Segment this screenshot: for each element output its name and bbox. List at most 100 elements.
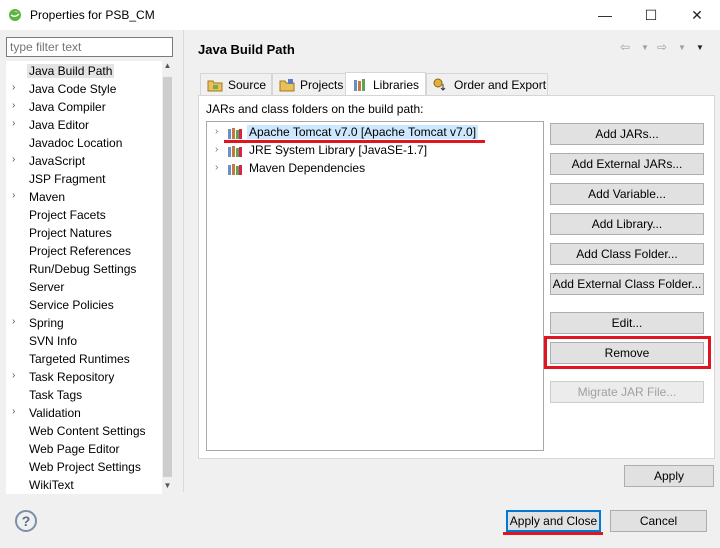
tab-label: Libraries (373, 77, 420, 92)
tree-item[interactable]: Project References (6, 242, 161, 260)
expand-icon[interactable]: › (215, 126, 218, 137)
add-external-class-folder-button[interactable]: Add External Class Folder... (550, 273, 704, 295)
tree-item[interactable]: Server (6, 278, 161, 296)
library-label: Maven Dependencies (249, 161, 366, 175)
add-external-jars-button[interactable]: Add External JARs... (550, 153, 704, 175)
tree-item-label: WikiText (29, 478, 74, 492)
tree-item[interactable]: Task Tags (6, 386, 161, 404)
library-item[interactable]: › Apache Tomcat v7.0 [Apache Tomcat v7.0… (207, 123, 543, 141)
library-icon (228, 164, 242, 175)
add-jars-button[interactable]: Add JARs... (550, 123, 704, 145)
view-menu-icon[interactable]: ▼ (696, 43, 704, 52)
tree-item-label: Web Content Settings (29, 424, 146, 438)
tree-item-label: Project Facets (29, 208, 106, 222)
tab-libraries[interactable]: Libraries (345, 72, 426, 96)
add-class-folder-button[interactable]: Add Class Folder... (550, 243, 704, 265)
tab-order-and-export[interactable]: Order and Export (426, 73, 548, 96)
expand-icon[interactable]: › (12, 154, 22, 165)
expand-icon[interactable]: › (12, 118, 22, 129)
filter-input[interactable] (6, 37, 173, 57)
maximize-button[interactable]: ☐ (628, 0, 674, 30)
page-navigation: ⇦ ▼ ⇨ ▼ ▼ (620, 40, 715, 56)
tree-item-label: Java Editor (29, 118, 90, 132)
tree-item-label: Project References (29, 244, 132, 258)
tree-item[interactable]: › JavaScript (6, 152, 161, 170)
forward-menu-icon[interactable]: ▼ (678, 43, 686, 52)
tab-label: Order and Export (454, 78, 547, 92)
expand-icon[interactable]: › (12, 100, 22, 111)
tree-item-label: Java Code Style (29, 82, 117, 96)
tree-item-label: Server (29, 280, 65, 294)
minimize-icon: — (598, 7, 612, 23)
edit-button[interactable]: Edit... (550, 312, 704, 334)
tree-item-label: Web Project Settings (29, 460, 141, 474)
pane-divider[interactable] (183, 30, 184, 492)
close-button[interactable]: ✕ (674, 0, 720, 30)
cancel-button[interactable]: Cancel (610, 510, 707, 532)
add-variable-button[interactable]: Add Variable... (550, 183, 704, 205)
tree-item[interactable]: › Spring (6, 314, 161, 332)
tree-item[interactable]: Project Facets (6, 206, 161, 224)
tree-item[interactable]: Web Content Settings (6, 422, 161, 440)
tree-item-label: Project Natures (29, 226, 112, 240)
apply-button[interactable]: Apply (624, 465, 714, 487)
tab-projects[interactable]: Projects (272, 73, 346, 96)
help-icon[interactable]: ? (15, 510, 37, 532)
expand-icon[interactable]: › (12, 406, 22, 417)
tree-item-label: JSP Fragment (29, 172, 106, 186)
back-icon[interactable]: ⇦ (620, 40, 630, 54)
scroll-up-icon[interactable]: ▲ (162, 61, 173, 75)
order-export-icon (433, 78, 446, 91)
expand-icon[interactable]: › (12, 370, 22, 381)
tree-item[interactable]: Web Page Editor (6, 440, 161, 458)
tree-item-label: Validation (29, 406, 81, 420)
tree-item[interactable]: › Java Code Style (6, 80, 161, 98)
tree-item[interactable]: Web Project Settings (6, 458, 161, 476)
tree-item[interactable]: Targeted Runtimes (6, 350, 161, 368)
tree-item[interactable]: Service Policies (6, 296, 161, 314)
add-library-button[interactable]: Add Library... (550, 213, 704, 235)
tree-item-label: Task Repository (29, 370, 115, 384)
tree-scrollbar[interactable]: ▲ ▼ (162, 61, 173, 494)
tree-item[interactable]: SVN Info (6, 332, 161, 350)
tree-item[interactable]: › Task Repository (6, 368, 161, 386)
eclipse-icon (9, 9, 21, 21)
tree-item[interactable]: WikiText (6, 476, 161, 494)
apply-and-close-button[interactable]: Apply and Close (506, 510, 601, 532)
tree-item[interactable]: › Java Compiler (6, 98, 161, 116)
tree-item[interactable]: › Java Editor (6, 116, 161, 134)
expand-icon[interactable]: › (12, 82, 22, 93)
tab-source[interactable]: Source (200, 73, 272, 96)
tree-item[interactable]: Java Build Path (6, 62, 161, 80)
library-item[interactable]: › JRE System Library [JavaSE-1.7] (207, 141, 543, 159)
tree-item[interactable]: Javadoc Location (6, 134, 161, 152)
minimize-button[interactable]: — (582, 0, 628, 30)
tree-item-label: Spring (29, 316, 64, 330)
tree-item[interactable]: JSP Fragment (6, 170, 161, 188)
scroll-thumb[interactable] (163, 77, 172, 477)
tree-item[interactable]: Run/Debug Settings (6, 260, 161, 278)
back-menu-icon[interactable]: ▼ (641, 43, 649, 52)
highlight-underline (224, 140, 485, 143)
tree-item[interactable]: Project Natures (6, 224, 161, 242)
build-path-list[interactable]: › Apache Tomcat v7.0 [Apache Tomcat v7.0… (206, 121, 544, 451)
tree-item[interactable]: › Maven (6, 188, 161, 206)
scroll-down-icon[interactable]: ▼ (162, 481, 173, 494)
close-icon: ✕ (691, 6, 703, 23)
tree-item-label: Targeted Runtimes (29, 352, 130, 366)
tree-item[interactable]: › Validation (6, 404, 161, 422)
forward-icon[interactable]: ⇨ (657, 40, 667, 54)
tree-item-label: JavaScript (29, 154, 86, 168)
expand-icon[interactable]: › (215, 162, 218, 173)
migrate-jar-button: Migrate JAR File... (550, 381, 704, 403)
library-icon (228, 128, 242, 139)
tree-item-label: Task Tags (29, 388, 83, 402)
tree-item-label: Javadoc Location (29, 136, 123, 150)
tree-item-label: Java Compiler (29, 100, 106, 114)
expand-icon[interactable]: › (12, 190, 22, 201)
expand-icon[interactable]: › (215, 144, 218, 155)
expand-icon[interactable]: › (12, 316, 22, 327)
tree-item-label: Web Page Editor (29, 442, 120, 456)
library-item[interactable]: › Maven Dependencies (207, 159, 543, 177)
title-bar: Properties for PSB_CM — ☐ ✕ (0, 0, 720, 30)
